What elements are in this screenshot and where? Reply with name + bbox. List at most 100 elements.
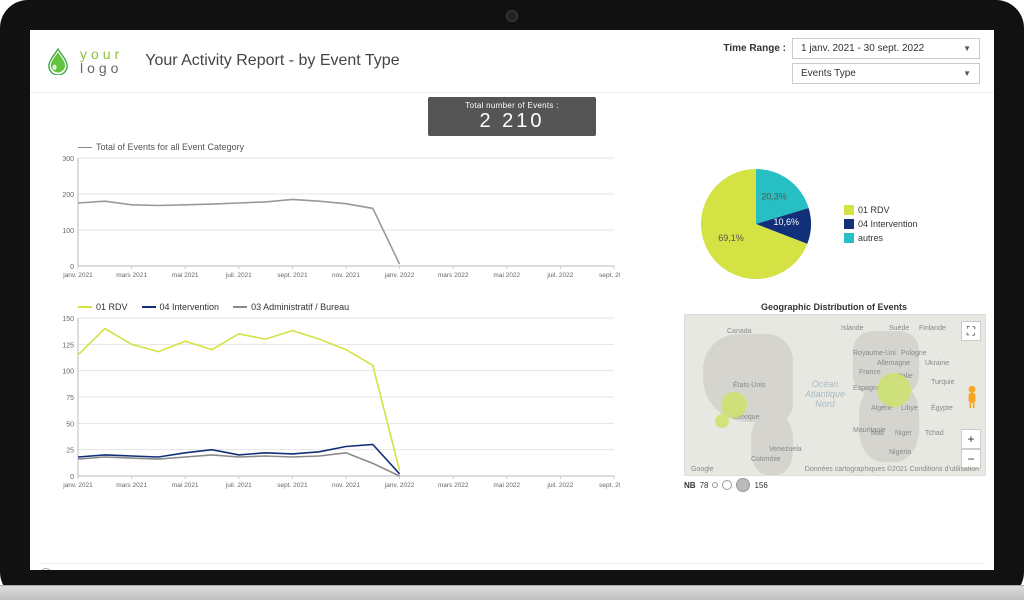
ocean-label: Océan Atlantique Nord <box>805 379 845 409</box>
svg-text:mars 2021: mars 2021 <box>116 272 147 279</box>
caret-down-icon: ▼ <box>963 69 971 78</box>
map-label: Allemagne <box>877 360 910 367</box>
map-label: Nigeria <box>889 449 911 456</box>
page-footer: ? Dernière mise à jour des données : 19/… <box>40 563 984 580</box>
pegman-icon[interactable] <box>963 385 981 409</box>
svg-text:100: 100 <box>62 228 74 235</box>
map-bubble <box>877 373 911 407</box>
chart-split-legend: 01 RDV 04 Intervention 03 Administratif … <box>78 302 674 312</box>
map-label: Mali <box>871 430 884 437</box>
svg-text:janv. 2021: janv. 2021 <box>62 272 93 279</box>
map-title: Geographic Distribution of Events <box>684 302 984 312</box>
svg-text:0: 0 <box>70 474 74 481</box>
svg-text:150: 150 <box>62 316 74 323</box>
svg-text:200: 200 <box>62 192 74 199</box>
map-label: Finlande <box>919 325 946 332</box>
total-events-label: Total number of Events : <box>452 101 572 110</box>
time-range-select[interactable]: 1 janv. 2021 - 30 sept. 2022 ▼ <box>792 38 980 59</box>
svg-text:janv. 2022: janv. 2022 <box>384 272 415 279</box>
logo-text-line2: logo <box>80 61 123 75</box>
map-panel: Geographic Distribution of Events Océan … <box>684 302 984 502</box>
chart-events-share: 69,1% 10,6% 20,3% 01 RDV 04 Intervention a… <box>684 142 984 292</box>
svg-text:10,6%: 10,6% <box>773 217 799 227</box>
svg-text:sept. 20…: sept. 20… <box>599 482 620 489</box>
svg-text:sept. 20…: sept. 20… <box>599 272 620 279</box>
svg-text:20,3%: 20,3% <box>761 192 787 202</box>
svg-text:sept. 2021: sept. 2021 <box>277 482 308 489</box>
map-fullscreen-button[interactable]: ⛶ <box>961 321 981 341</box>
svg-text:69,1%: 69,1% <box>718 233 744 243</box>
map-label: Suède <box>889 325 909 332</box>
svg-text:nov. 2021: nov. 2021 <box>332 272 360 279</box>
pie-legend-intervention: 04 Intervention <box>858 219 918 229</box>
map-bubble <box>715 414 729 428</box>
map-label: France <box>859 369 881 376</box>
svg-text:0: 0 <box>70 264 74 271</box>
header: your logo Your Activity Report - by Even… <box>30 30 994 93</box>
svg-text:100: 100 <box>62 369 74 376</box>
svg-text:juil. 2021: juil. 2021 <box>225 482 252 489</box>
svg-text:nov. 2021: nov. 2021 <box>332 482 360 489</box>
svg-text:janv. 2021: janv. 2021 <box>62 482 93 489</box>
logo-text-line1: your <box>80 47 123 61</box>
app-logo: your logo <box>44 47 123 75</box>
map-attribution-google: Google <box>691 466 714 473</box>
page-title: Your Activity Report - by Event Type <box>145 52 399 70</box>
svg-text:mars 2021: mars 2021 <box>116 482 147 489</box>
svg-text:mai 2021: mai 2021 <box>172 482 199 489</box>
chart-total-legend: Total of Events for all Event Category <box>96 142 244 152</box>
svg-text:juil. 2022: juil. 2022 <box>546 482 573 489</box>
map-zoom-in-button[interactable]: + <box>961 429 981 449</box>
svg-text:mars 2022: mars 2022 <box>438 272 469 279</box>
pie-legend-rdv: 01 RDV <box>858 205 890 215</box>
map-label: Égypte <box>931 405 953 412</box>
svg-text:mai 2021: mai 2021 <box>172 272 199 279</box>
svg-text:300: 300 <box>62 156 74 163</box>
svg-text:juil. 2022: juil. 2022 <box>546 272 573 279</box>
caret-down-icon: ▼ <box>963 44 971 53</box>
privacy-link[interactable]: Règles de confidentialité <box>272 570 359 579</box>
map-canvas[interactable]: Océan Atlantique Nord Canada États-Unis … <box>684 314 986 476</box>
events-type-select[interactable]: Events Type ▼ <box>792 63 980 84</box>
map-label: États-Unis <box>733 382 765 389</box>
svg-text:25: 25 <box>66 448 74 455</box>
events-type-value: Events Type <box>801 68 856 79</box>
chart-total-events: Total of Events for all Event Category 0… <box>40 142 674 292</box>
map-label: Ukraine <box>925 360 949 367</box>
legend-intervention: 04 Intervention <box>160 302 220 312</box>
legend-rdv: 01 RDV <box>96 302 128 312</box>
map-bubble-legend: NB 78 156 <box>684 478 984 492</box>
last-update-text: Dernière mise à jour des données : 19/01… <box>58 570 258 579</box>
pie-svg: 69,1% 10,6% 20,3% <box>684 159 834 289</box>
map-label: Royaume-Uni <box>853 350 896 357</box>
help-icon[interactable]: ? <box>40 568 52 580</box>
svg-text:mai 2022: mai 2022 <box>493 482 520 489</box>
legend-admin: 03 Administratif / Bureau <box>251 302 349 312</box>
time-range-value: 1 janv. 2021 - 30 sept. 2022 <box>801 43 924 54</box>
map-label: Colombie <box>751 456 781 463</box>
map-label: Venezuela <box>769 446 802 453</box>
svg-text:75: 75 <box>66 395 74 402</box>
chart-split-svg: 0 25 50 75 100 125 150 janv. 2021 mars 2021 mai 2… <box>40 314 620 494</box>
map-label: Turquie <box>931 379 954 386</box>
svg-text:janv. 2022: janv. 2022 <box>384 482 415 489</box>
pie-legend-autres: autres <box>858 233 883 243</box>
map-label: Tchad <box>925 430 944 437</box>
map-label: Pologne <box>901 350 927 357</box>
chart-total-svg: 0 100 200 300 janv. 2021 mars 2021 mai 2021 jui… <box>40 154 620 284</box>
pie-legend: 01 RDV 04 Intervention autres <box>844 205 918 243</box>
total-events-badge: Total number of Events : 2 210 <box>428 97 596 136</box>
time-range-label: Time Range : <box>723 43 786 54</box>
map-label: Niger <box>895 430 912 437</box>
map-label: Libye <box>901 405 918 412</box>
svg-text:juil. 2021: juil. 2021 <box>225 272 252 279</box>
svg-text:50: 50 <box>66 421 74 428</box>
svg-text:125: 125 <box>62 342 74 349</box>
svg-text:mars 2022: mars 2022 <box>438 482 469 489</box>
chart-events-by-category: 01 RDV 04 Intervention 03 Administratif … <box>40 302 674 502</box>
svg-text:sept. 2021: sept. 2021 <box>277 272 308 279</box>
map-attribution-terms[interactable]: Données cartographiques ©2021 Conditions… <box>805 466 979 473</box>
total-events-value: 2 210 <box>452 110 572 132</box>
logo-droplet-icon <box>44 47 72 75</box>
svg-text:mai 2022: mai 2022 <box>493 272 520 279</box>
